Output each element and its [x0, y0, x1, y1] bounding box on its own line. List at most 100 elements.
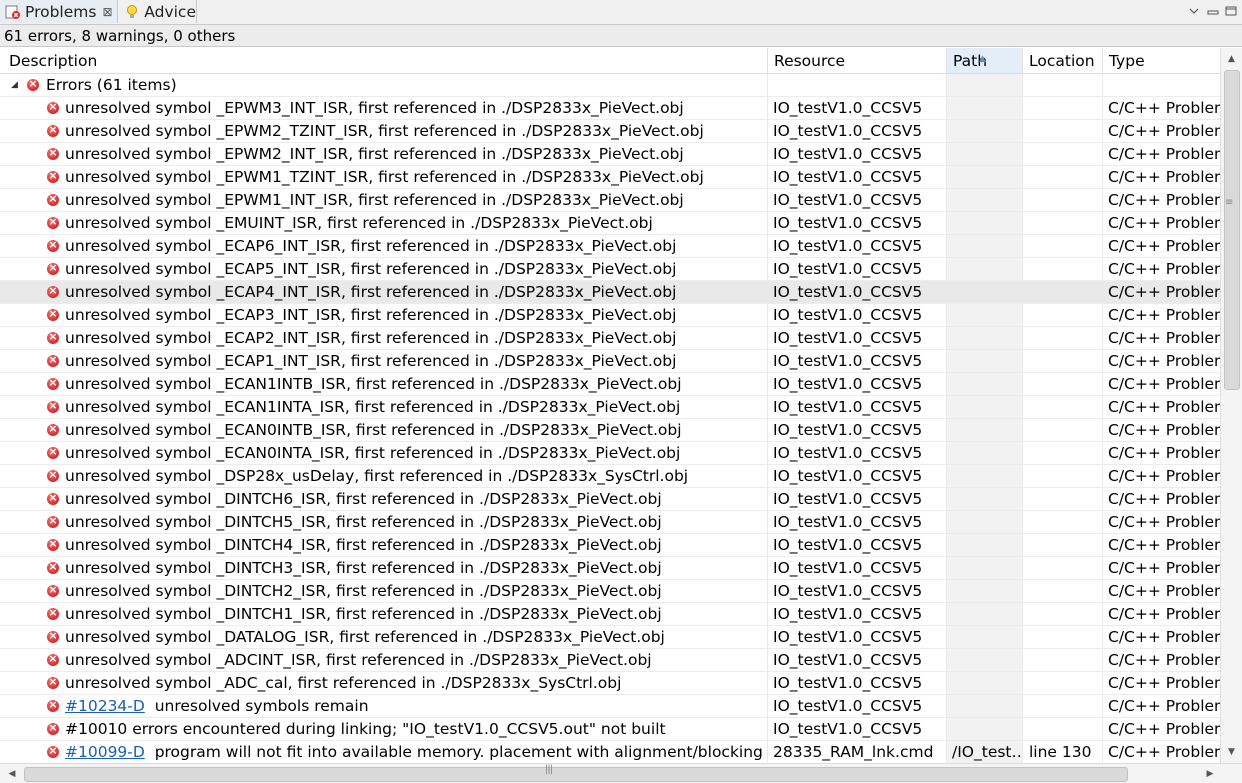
problem-row[interactable]: unresolved symbol _ECAP4_INT_ISR, first … — [0, 281, 1220, 304]
problem-row[interactable]: unresolved symbol _DINTCH3_ISR, first re… — [0, 557, 1220, 580]
problem-row[interactable]: unresolved symbol _ADC_cal, first refere… — [0, 672, 1220, 695]
path-cell — [952, 488, 1022, 510]
group-row-errors[interactable]: ◢ Errors (61 items) — [0, 74, 1220, 97]
type-cell: C/C++ Problem — [1108, 536, 1220, 554]
path-cell — [952, 603, 1022, 625]
problem-row[interactable]: #10099-D program will not fit into avail… — [0, 741, 1220, 763]
path-cell — [952, 373, 1022, 395]
problem-row[interactable]: unresolved symbol _DATALOG_ISR, first re… — [0, 626, 1220, 649]
column-header-description[interactable]: Description — [0, 48, 768, 73]
problem-row[interactable]: #10010 errors encountered during linking… — [0, 718, 1220, 741]
description-cell: unresolved symbol _ECAP3_INT_ISR, first … — [0, 304, 766, 326]
description-text-wrap: unresolved symbol _EPWM1_TZINT_ISR, firs… — [65, 166, 704, 188]
error-icon — [47, 213, 59, 231]
description-text: unresolved symbol _ADCINT_ISR, first ref… — [65, 651, 652, 669]
location-cell — [1029, 672, 1101, 694]
problem-row[interactable]: unresolved symbol _ECAN1INTB_ISR, first … — [0, 373, 1220, 396]
error-icon — [47, 581, 59, 599]
description-text: unresolved symbols remain — [154, 697, 369, 715]
path-cell — [952, 212, 1022, 234]
maximize-icon[interactable] — [1222, 2, 1240, 20]
problem-row[interactable]: unresolved symbol _ECAP2_INT_ISR, first … — [0, 327, 1220, 350]
scroll-down-icon[interactable]: ▼ — [1221, 743, 1242, 761]
resource-cell: IO_testV1.0_CCSV5 — [773, 375, 923, 393]
description-text: unresolved symbol _ECAP3_INT_ISR, first … — [65, 306, 677, 324]
description-text-wrap: unresolved symbol _DINTCH3_ISR, first re… — [65, 557, 662, 579]
column-header-location[interactable]: Location — [1023, 48, 1103, 73]
expand-twisty-icon[interactable]: ◢ — [11, 74, 18, 96]
location-cell — [1029, 465, 1101, 487]
column-header-type[interactable]: Type — [1103, 48, 1220, 73]
problem-row[interactable]: unresolved symbol _EPWM2_INT_ISR, first … — [0, 143, 1220, 166]
description-text: unresolved symbol _ECAN0INTA_ISR, first … — [65, 444, 681, 462]
problem-row[interactable]: unresolved symbol _ECAN0INTA_ISR, first … — [0, 442, 1220, 465]
description-text-wrap: unresolved symbol _DINTCH2_ISR, first re… — [65, 580, 662, 602]
horizontal-scrollbar[interactable]: ◀ ||| ▶ — [0, 763, 1242, 783]
group-label: Errors (61 items) — [46, 76, 177, 94]
problem-row[interactable]: unresolved symbol _EPWM1_INT_ISR, first … — [0, 189, 1220, 212]
location-cell — [1029, 304, 1101, 326]
problem-row[interactable]: unresolved symbol _EPWM2_TZINT_ISR, firs… — [0, 120, 1220, 143]
problem-row[interactable]: unresolved symbol _EPWM3_INT_ISR, first … — [0, 97, 1220, 120]
tab-problems[interactable]: Problems ⊠ — [0, 0, 118, 23]
problem-row[interactable]: unresolved symbol _DINTCH4_ISR, first re… — [0, 534, 1220, 557]
description-text-wrap: #10234-D unresolved symbols remain — [65, 695, 369, 717]
type-cell: C/C++ Problem — [1108, 743, 1220, 761]
problem-row[interactable]: unresolved symbol _DINTCH1_ISR, first re… — [0, 603, 1220, 626]
description-text: unresolved symbol _DINTCH6_ISR, first re… — [65, 490, 662, 508]
vertical-scroll-thumb[interactable] — [1224, 70, 1240, 390]
description-text-wrap: unresolved symbol _EPWM3_INT_ISR, first … — [65, 97, 684, 119]
problem-row[interactable]: unresolved symbol _ECAN0INTB_ISR, first … — [0, 419, 1220, 442]
scroll-right-icon[interactable]: ▶ — [1200, 764, 1220, 783]
problem-row[interactable]: unresolved symbol _ECAP3_INT_ISR, first … — [0, 304, 1220, 327]
type-cell: C/C++ Problem — [1108, 651, 1220, 669]
minimize-icon[interactable] — [1204, 2, 1222, 20]
tab-advice[interactable]: Advice — [119, 0, 197, 23]
column-header-path[interactable]: ▲ Path — [947, 48, 1023, 73]
description-text-wrap: unresolved symbol _ECAP1_INT_ISR, first … — [65, 350, 676, 372]
close-icon[interactable]: ⊠ — [102, 5, 112, 19]
description-text: unresolved symbol _DINTCH1_ISR, first re… — [65, 605, 662, 623]
horizontal-scroll-thumb[interactable] — [24, 767, 1128, 782]
problem-row[interactable]: unresolved symbol _ADCINT_ISR, first ref… — [0, 649, 1220, 672]
problem-row[interactable]: unresolved symbol _ECAN1INTA_ISR, first … — [0, 396, 1220, 419]
location-cell — [1029, 511, 1101, 533]
scroll-up-icon[interactable]: ▲ — [1221, 50, 1242, 68]
error-icon — [47, 167, 59, 185]
problem-row[interactable]: unresolved symbol _DINTCH6_ISR, first re… — [0, 488, 1220, 511]
scroll-left-icon[interactable]: ◀ — [2, 764, 22, 783]
problem-row[interactable]: unresolved symbol _ECAP5_INT_ISR, first … — [0, 258, 1220, 281]
type-cell: C/C++ Problem — [1108, 283, 1220, 301]
path-cell — [952, 350, 1022, 372]
error-icon — [47, 627, 59, 645]
problem-row[interactable]: #10234-D unresolved symbols remain IO_tes… — [0, 695, 1220, 718]
description-cell: unresolved symbol _ECAN0INTA_ISR, first … — [0, 442, 766, 464]
description-text-wrap: unresolved symbol _EPWM2_INT_ISR, first … — [65, 143, 684, 165]
problem-row[interactable]: unresolved symbol _DINTCH5_ISR, first re… — [0, 511, 1220, 534]
problem-row[interactable]: unresolved symbol _DINTCH2_ISR, first re… — [0, 580, 1220, 603]
vertical-scrollbar[interactable]: ▲ ≡ ▼ — [1220, 48, 1242, 763]
resource-cell: IO_testV1.0_CCSV5 — [773, 674, 923, 692]
error-icon — [47, 144, 59, 162]
resource-cell: IO_testV1.0_CCSV5 — [773, 122, 923, 140]
resource-cell: IO_testV1.0_CCSV5 — [773, 628, 923, 646]
path-cell: /IO_test… — [952, 743, 1022, 761]
resource-cell: IO_testV1.0_CCSV5 — [773, 99, 923, 117]
column-header-resource[interactable]: Resource — [768, 48, 947, 73]
location-cell — [1029, 488, 1101, 510]
error-code-link[interactable]: #10099-D — [65, 743, 145, 761]
location-cell — [1029, 626, 1101, 648]
problem-row[interactable]: unresolved symbol _DSP28x_usDelay, first… — [0, 465, 1220, 488]
path-cell — [952, 97, 1022, 119]
error-code-link[interactable]: #10234-D — [65, 697, 145, 715]
view-menu-icon[interactable] — [1185, 2, 1203, 20]
description-cell: unresolved symbol _DINTCH1_ISR, first re… — [0, 603, 766, 625]
lightbulb-icon — [124, 3, 140, 20]
problem-row[interactable]: unresolved symbol _EMUINT_ISR, first ref… — [0, 212, 1220, 235]
description-cell: unresolved symbol _EPWM3_INT_ISR, first … — [0, 97, 766, 119]
problem-row[interactable]: unresolved symbol _ECAP6_INT_ISR, first … — [0, 235, 1220, 258]
problem-row[interactable]: unresolved symbol _ECAP1_INT_ISR, first … — [0, 350, 1220, 373]
problem-row[interactable]: unresolved symbol _EPWM1_TZINT_ISR, firs… — [0, 166, 1220, 189]
path-cell — [952, 143, 1022, 165]
type-cell: C/C++ Problem — [1108, 237, 1220, 255]
